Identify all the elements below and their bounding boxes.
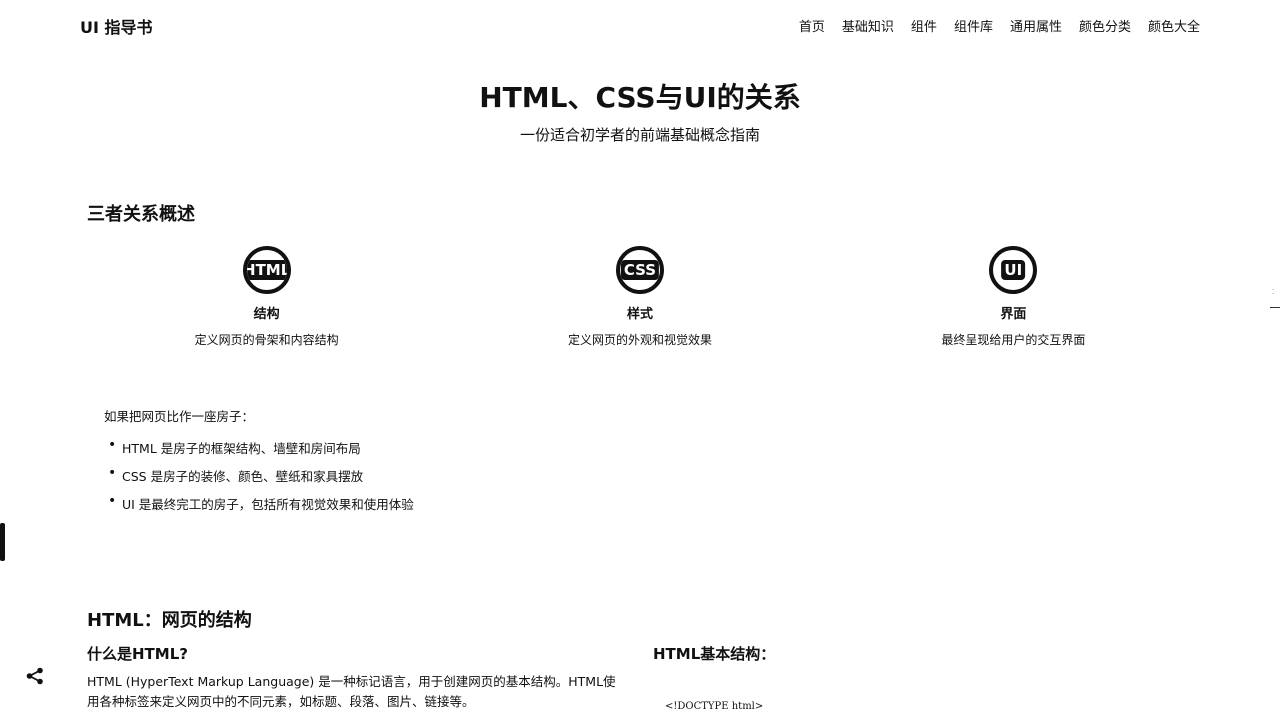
html-badge-text: HTML [246,260,287,280]
overview-cards: HTML 结构 定义网页的骨架和内容结构 CSS 样式 定义网页的外观和视觉效果… [80,246,1200,348]
what-is-html-heading: 什么是HTML? [87,645,188,663]
card-ui: UI 界面 最终呈现给用户的交互界面 [827,246,1200,348]
card-css: CSS 样式 定义网页的外观和视觉效果 [453,246,826,348]
html-section-heading: HTML：网页的结构 [87,610,252,631]
card-description: 定义网页的外观和视觉效果 [567,333,712,347]
share-icon[interactable] [25,666,45,686]
nav-link-home[interactable]: 首页 [799,16,825,35]
overview-heading: 三者关系概述 [87,204,195,225]
right-edge-dots-icon: · · [1272,287,1274,298]
what-is-html-text: HTML (HyperText Markup Language) 是一种标记语言… [87,674,616,709]
css-badge-text: CSS [620,260,660,280]
list-item: CSS 是房子的装修、颜色、壁纸和家具摆放 [104,465,414,485]
nav-link-basics[interactable]: 基础知识 [842,16,894,35]
nav-link-component-library[interactable]: 组件库 [954,16,993,35]
ui-badge-icon: UI [989,246,1038,294]
analogy-intro: 如果把网页比作一座房子： [104,409,255,424]
nav-link-common-attributes[interactable]: 通用属性 [1010,16,1062,35]
nav-link-color-encyclopedia[interactable]: 颜色大全 [1148,16,1200,35]
analogy-list: HTML 是房子的框架结构、墙壁和房间布局 CSS 是房子的装修、颜色、壁纸和家… [104,437,414,513]
nav-link-components[interactable]: 组件 [911,16,937,35]
card-description: 最终呈现给用户的交互界面 [941,333,1086,347]
page-subtitle: 一份适合初学者的前端基础概念指南 [519,126,760,144]
nav-links: 首页 基础知识 组件 组件库 通用属性 颜色分类 颜色大全 [799,16,1200,35]
html-structure-heading: HTML基本结构： [653,645,776,663]
site-logo[interactable]: UI 指导书 [80,14,153,38]
html-badge-icon: HTML [242,246,291,294]
left-edge-handle[interactable] [0,523,5,561]
card-title: 样式 [626,307,653,322]
list-item: UI 是最终完工的房子，包括所有视觉效果和使用体验 [104,493,414,513]
house-analogy: 如果把网页比作一座房子： HTML 是房子的框架结构、墙壁和房间布局 CSS 是… [104,406,414,522]
css-badge-icon: CSS [615,246,664,294]
card-title: 界面 [1000,307,1027,322]
code-line: <!DOCTYPE html> [665,701,764,712]
page-title: HTML、CSS与UI的关系 [479,81,801,114]
card-description: 定义网页的骨架和内容结构 [194,333,339,347]
ui-badge-text: UI [1001,260,1026,280]
top-navbar: UI 指导书 首页 基础知识 组件 组件库 通用属性 颜色分类 颜色大全 [0,0,1280,50]
nav-link-color-categories[interactable]: 颜色分类 [1079,16,1131,35]
right-edge-divider [1270,307,1280,308]
card-title: 结构 [253,307,280,322]
card-html: HTML 结构 定义网页的骨架和内容结构 [80,246,453,348]
list-item: HTML 是房子的框架结构、墙壁和房间布局 [104,437,414,457]
